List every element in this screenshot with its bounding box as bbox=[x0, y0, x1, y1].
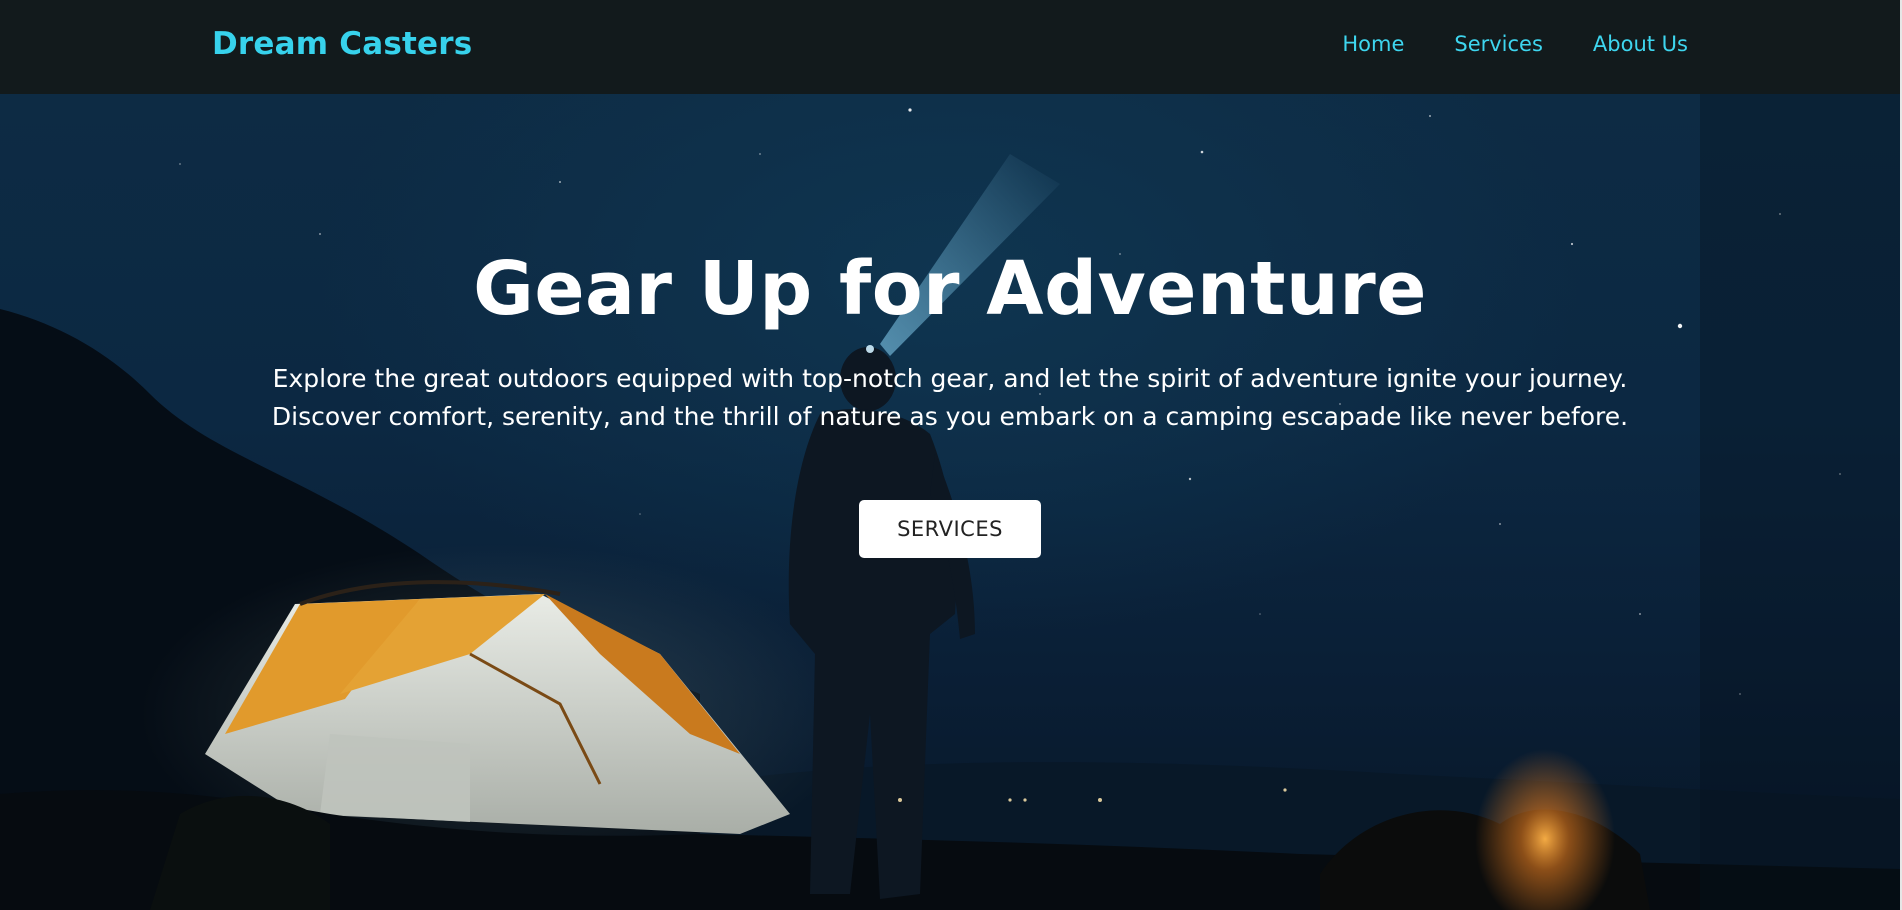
brand-logo-text[interactable]: Dream Casters bbox=[212, 26, 472, 62]
navbar: Dream Casters Home Services About Us bbox=[0, 0, 1900, 94]
hero-description-line-1: Explore the great outdoors equipped with… bbox=[272, 364, 1628, 394]
campfire-glow bbox=[1475, 749, 1615, 910]
nav-link-about-us[interactable]: About Us bbox=[1593, 32, 1688, 56]
nav-link-home[interactable]: Home bbox=[1342, 32, 1404, 56]
nav-link-services[interactable]: Services bbox=[1454, 32, 1543, 56]
hero-section: Gear Up for Adventure Explore the great … bbox=[0, 94, 1900, 910]
hero-content: Gear Up for Adventure Explore the great … bbox=[0, 246, 1900, 559]
hero-title: Gear Up for Adventure bbox=[473, 246, 1427, 332]
services-button[interactable]: SERVICES bbox=[859, 500, 1041, 559]
hero-description-line-2: Discover comfort, serenity, and the thri… bbox=[271, 402, 1629, 432]
hero-description: Explore the great outdoors equipped with… bbox=[270, 360, 1630, 436]
main-nav: Home Services About Us bbox=[1342, 32, 1688, 56]
page: Dream Casters Home Services About Us Gea… bbox=[0, 0, 1902, 910]
